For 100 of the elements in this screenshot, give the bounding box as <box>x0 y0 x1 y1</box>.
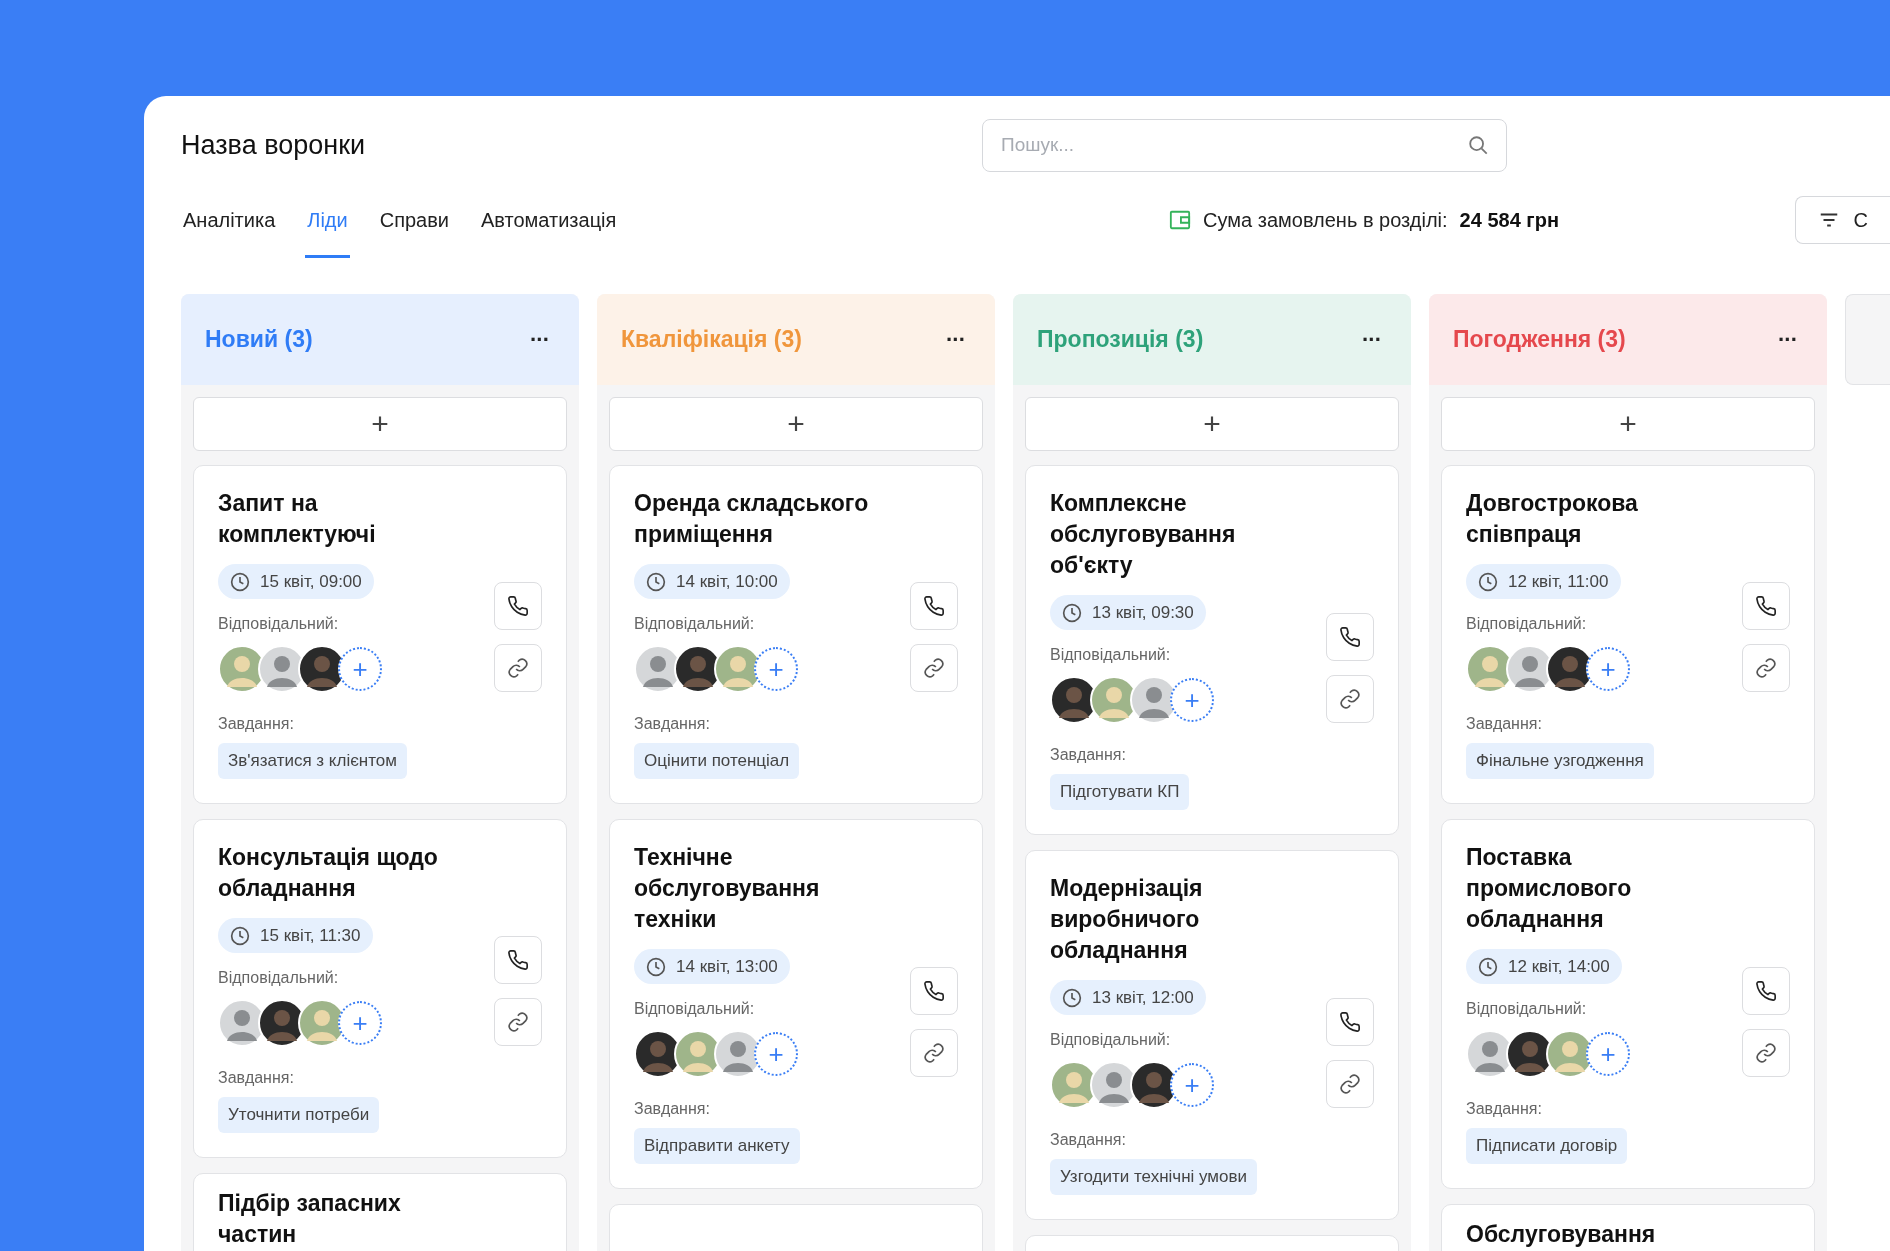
search-field[interactable]: Пошук... <box>982 118 1507 172</box>
card-title: Поставка промислового обладнання <box>1466 843 1633 934</box>
tasks-label: Завдання: <box>218 1069 294 1087</box>
link-button[interactable] <box>1742 1028 1790 1077</box>
lead-card[interactable]: Консультація щодо обладнання 15 квіт, 11:30 Відповідальний: + Завдання: Уточнити потреби <box>193 819 567 1158</box>
link-icon <box>1755 656 1777 679</box>
add-assignee-button[interactable]: + <box>338 647 382 691</box>
task-tag: Уточнити потреби <box>218 1097 380 1133</box>
phone-icon <box>923 594 945 617</box>
responsible-label: Відповідальний: <box>218 969 339 987</box>
task-tag: Оцінити потенціал <box>634 743 800 779</box>
card-title: Модернізація виробничого обладнання <box>1050 874 1204 965</box>
add-assignee-button[interactable]: + <box>338 1001 382 1045</box>
lead-card[interactable]: Модернізація виробничого обладнання 13 квіт, 12:00 Відповідальний: + Завдання: Узгодити технічні умови <box>1025 850 1399 1220</box>
tasks-label: Завдання: <box>1466 715 1542 733</box>
card-title: Оренда складського приміщення <box>634 489 870 549</box>
lead-card[interactable]: Комплексне обслуговування об'єкту 13 квіт, 09:30 Відповідальний: + Завдання: Підготувати КП <box>1025 465 1399 835</box>
link-icon <box>1339 1072 1361 1095</box>
clock-icon <box>230 925 250 946</box>
link-button[interactable] <box>910 1028 958 1077</box>
lead-card[interactable]: Технічне обслуговування техніки 14 квіт, 13:00 Відповідальний: + Завдання: Відправити анкету <box>609 819 983 1189</box>
tasks-label: Завдання: <box>1050 1131 1126 1149</box>
call-button[interactable] <box>1742 581 1790 630</box>
link-icon <box>923 1041 945 1064</box>
responsible-label: Відповідальний: <box>1050 646 1171 664</box>
tab[interactable]: Аналітика <box>181 182 278 258</box>
lead-card[interactable]: Оренда складського приміщення 14 квіт, 10:00 Відповідальний: + Завдання: Оцінити потенціал <box>609 465 983 804</box>
card-title: Технічне обслуговування техніки <box>634 843 821 934</box>
phone-icon <box>507 948 529 971</box>
phone-icon <box>1755 594 1777 617</box>
tasks-label: Завдання: <box>634 1100 710 1118</box>
link-button[interactable] <box>910 643 958 692</box>
lead-card[interactable]: Довгострокова співпраця 12 квіт, 11:00 Відповідальний: + Завдання: Фінальне узгодження <box>1441 465 1815 804</box>
tasks-label: Завдання: <box>1466 1100 1542 1118</box>
page-title: Назва воронки <box>181 129 367 161</box>
card-title: Консультація щодо обладнання <box>218 843 439 903</box>
add-assignee-button[interactable]: + <box>1170 1063 1214 1107</box>
responsible-label: Відповідальний: <box>1466 615 1587 633</box>
clock-icon <box>646 956 666 977</box>
task-tag: Відправити анкету <box>634 1128 800 1164</box>
clock-icon <box>1478 571 1498 592</box>
call-button[interactable] <box>1742 966 1790 1015</box>
date-badge: 12 квіт, 14:00 <box>1466 949 1622 984</box>
tab[interactable]: Автоматизація <box>479 182 619 258</box>
responsible-label: Відповідальний: <box>634 1000 755 1018</box>
column-title: Погодження (3) <box>1453 326 1626 353</box>
date-badge: 13 квіт, 12:00 <box>1050 980 1206 1015</box>
link-button[interactable] <box>1742 643 1790 692</box>
link-button[interactable] <box>1326 1059 1374 1108</box>
date-badge: 15 квіт, 09:00 <box>218 564 374 599</box>
tab[interactable]: Ліди <box>305 182 350 258</box>
date-badge: 15 квіт, 11:30 <box>218 918 373 953</box>
lead-card[interactable]: Підбір запасних частин <box>193 1173 567 1251</box>
responsible-label: Відповідальний: <box>1466 1000 1587 1018</box>
add-assignee-button[interactable]: + <box>1586 1032 1630 1076</box>
call-button[interactable] <box>910 966 958 1015</box>
tab[interactable]: Справи <box>377 182 451 258</box>
link-button[interactable] <box>494 643 542 692</box>
more-button[interactable]: ··· <box>1772 325 1803 354</box>
add-card-button[interactable]: + <box>193 397 567 451</box>
add-card-button[interactable]: + <box>1025 397 1399 451</box>
add-assignee-button[interactable]: + <box>754 647 798 691</box>
task-tag: Узгодити технічні умови <box>1050 1159 1258 1195</box>
date-badge: 13 квіт, 09:30 <box>1050 595 1206 630</box>
column-title: Новий (3) <box>205 326 313 353</box>
call-button[interactable] <box>494 581 542 630</box>
link-button[interactable] <box>1326 674 1374 723</box>
add-assignee-button[interactable]: + <box>1170 678 1214 722</box>
summary-value: 24 584 грн <box>1459 208 1559 232</box>
call-button[interactable] <box>494 935 542 984</box>
search-icon <box>1467 133 1489 156</box>
lead-card[interactable]: Поставка промислового обладнання 12 квіт, 14:00 Відповідальний: + Завдання: Підписати договір <box>1441 819 1815 1189</box>
clock-icon <box>1478 956 1498 977</box>
more-button[interactable]: ··· <box>940 325 971 354</box>
responsible-label: Відповідальний: <box>218 615 339 633</box>
add-card-button[interactable]: + <box>1441 397 1815 451</box>
call-button[interactable] <box>910 581 958 630</box>
link-icon <box>507 1010 529 1033</box>
more-button[interactable]: ··· <box>524 325 555 354</box>
task-tag: Зв'язатися з клієнтом <box>218 743 407 779</box>
more-button[interactable]: ··· <box>1356 325 1387 354</box>
link-button[interactable] <box>494 997 542 1046</box>
tasks-label: Завдання: <box>218 715 294 733</box>
wallet-icon <box>1169 209 1192 231</box>
link-icon <box>923 656 945 679</box>
task-tag: Підписати договір <box>1466 1128 1628 1164</box>
link-icon <box>1755 1041 1777 1064</box>
add-assignee-button[interactable]: + <box>754 1032 798 1076</box>
lead-card[interactable]: Обслуговування <box>1441 1204 1815 1251</box>
call-button[interactable] <box>1326 997 1374 1046</box>
filter-button[interactable]: С <box>1794 196 1890 244</box>
clock-icon <box>1062 602 1082 623</box>
add-card-button[interactable]: + <box>609 397 983 451</box>
add-assignee-button[interactable]: + <box>1586 647 1630 691</box>
lead-card[interactable]: Запит на комплектуючі 15 квіт, 09:00 Відповідальний: + Завдання: Зв'язатися з клієнтом <box>193 465 567 804</box>
call-button[interactable] <box>1326 612 1374 661</box>
card-title: Комплексне обслуговування об'єкту <box>1050 489 1237 580</box>
task-tag: Підготувати КП <box>1050 774 1190 810</box>
date-badge: 12 квіт, 11:00 <box>1466 564 1621 599</box>
tasks-label: Завдання: <box>1050 746 1126 764</box>
